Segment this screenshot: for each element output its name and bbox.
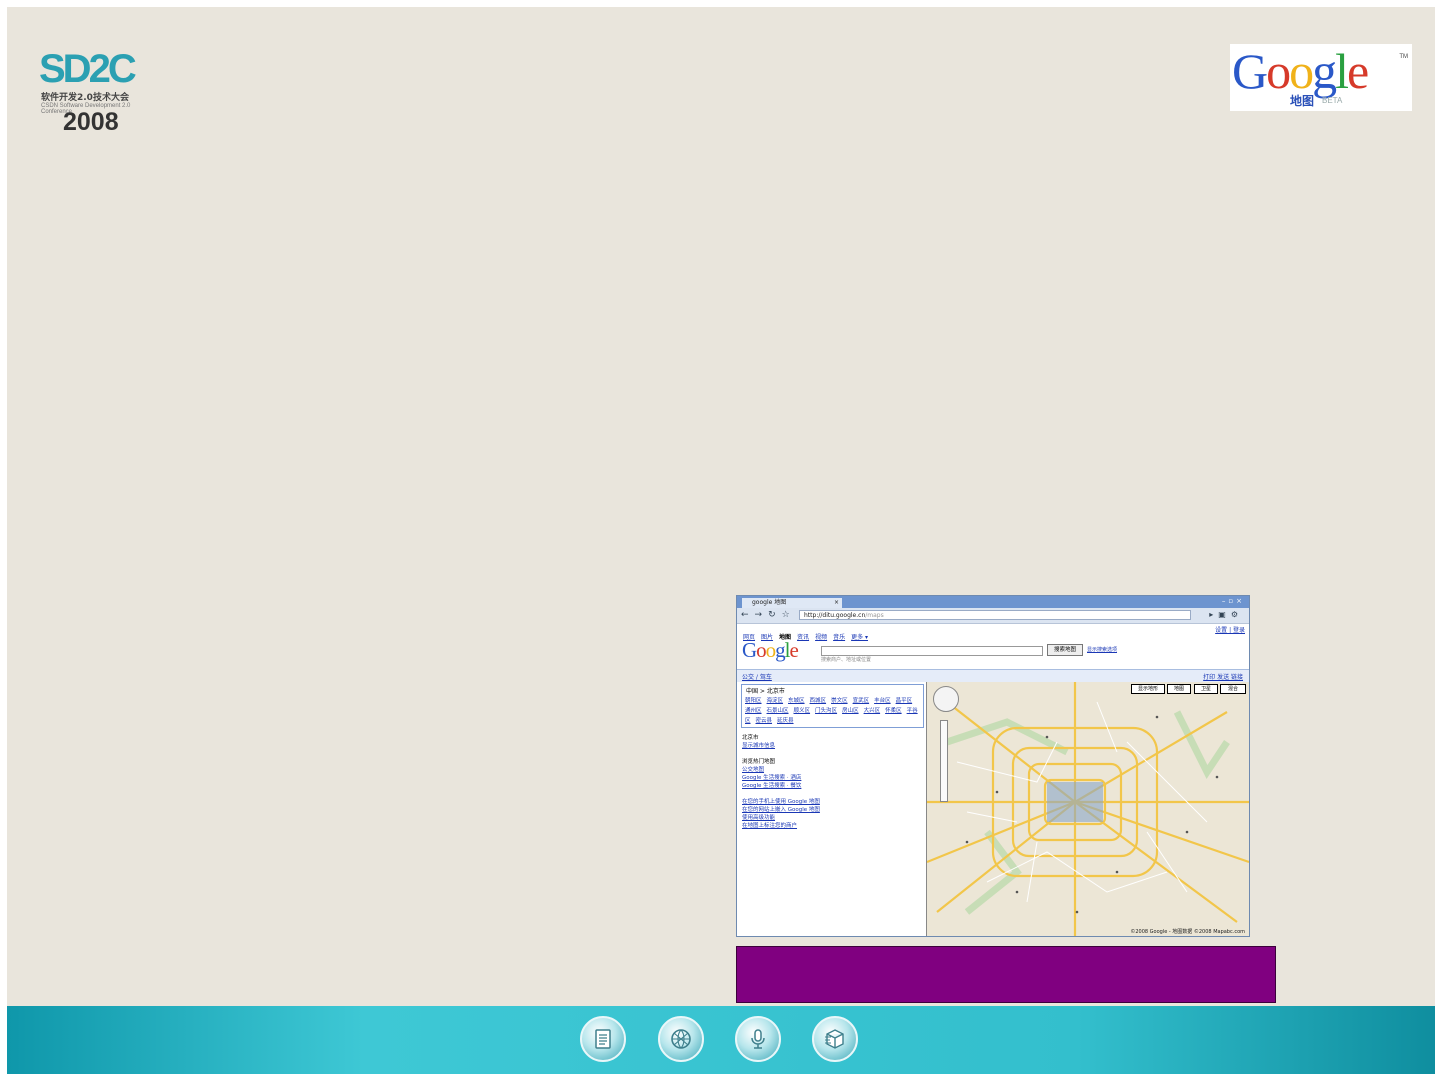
google-maps-logo: Google TM 地图 BETA [1230, 43, 1412, 111]
browser-nav-icons[interactable]: ←→↻☆ [741, 610, 796, 620]
info-line: 浏览热门地图 [742, 759, 776, 765]
district-link[interactable]: 西城区 [810, 698, 827, 704]
map-type-hybrid[interactable]: 混合 [1220, 684, 1246, 694]
sd2c-subtitle-zh: 软件开发2.0技术大会 [41, 93, 129, 103]
city-breadcrumb: 中国 > 北京市 [746, 688, 785, 695]
district-link[interactable]: 密云县 [756, 718, 773, 724]
url-host: http://ditu.google.cn [804, 612, 866, 619]
nav-music[interactable]: 音乐 [833, 634, 845, 641]
map-type-terrain[interactable]: 显示地形 [1131, 684, 1165, 694]
info-line[interactable]: 在您的网站上嵌入 Google 地图 [742, 806, 820, 814]
google-maps-screenshot: google 地图 × –▫× ←→↻☆ http://ditu.google.c… [736, 595, 1250, 937]
url-path: /maps [865, 612, 884, 619]
district-link[interactable]: 石景山区 [767, 708, 789, 714]
map-type-satellite[interactable]: 卫星 [1194, 684, 1218, 694]
map-view[interactable]: 显示地形 地图 卫星 混合 ©2008 Google - 地图数据 ©2008 … [927, 682, 1249, 936]
google-beta: BETA [1322, 96, 1343, 105]
globe-icon[interactable] [658, 1016, 704, 1062]
sd2c-logo: SD2C 软件开发2.0技术大会 CSDN Software Developme… [39, 25, 159, 145]
map-type-map[interactable]: 地图 [1167, 684, 1191, 694]
browser-menu-icons[interactable]: ▸▣⚙ [1209, 610, 1243, 619]
browser-tabbar: google 地图 × –▫× [737, 596, 1249, 608]
sd2c-mark: SD2C [39, 47, 137, 91]
district-link[interactable]: 顺义区 [794, 708, 811, 714]
map-roads [927, 682, 1249, 936]
district-link[interactable]: 东城区 [788, 698, 805, 704]
city-info: 北京市 显示城市信息 浏览热门地图 公交地图 Google 生活搜索 · 酒店 … [742, 734, 820, 830]
info-line[interactable]: 在您的手机上使用 Google 地图 [742, 798, 820, 806]
district-link[interactable]: 门头沟区 [815, 708, 837, 714]
results-bar: 公交 / 驾车 打印 发送 链接 [737, 669, 1249, 682]
document-icon[interactable] [580, 1016, 626, 1062]
map-copyright: ©2008 Google - 地图数据 ©2008 Mapabc.com [1130, 929, 1245, 935]
info-title: 北京市 [742, 735, 759, 741]
info-line[interactable]: 使用高级功能 [742, 814, 820, 822]
caption-box [736, 946, 1276, 1003]
bottom-bar [7, 1006, 1435, 1074]
map-pan-control[interactable] [933, 686, 959, 712]
nav-video[interactable]: 视频 [815, 634, 827, 641]
district-link[interactable]: 怀柔区 [885, 708, 902, 714]
info-line[interactable]: Google 生活搜索 · 酒店 [742, 774, 820, 782]
cube-icon[interactable] [812, 1016, 858, 1062]
search-options-link[interactable]: 显示搜索选项 [1087, 646, 1117, 653]
info-line[interactable]: 在地图上标注您的商户 [742, 822, 820, 830]
google-maps-small-logo: Google [742, 638, 799, 662]
district-link[interactable]: 大兴区 [864, 708, 881, 714]
nav-news[interactable]: 资讯 [797, 634, 809, 641]
google-maps-zh: 地图 [1290, 94, 1315, 108]
info-line [742, 750, 820, 758]
map-zoom-slider[interactable] [940, 720, 948, 802]
account-links[interactable]: 设置 | 登录 [1215, 625, 1245, 634]
print-send-link[interactable]: 打印 发送 链接 [1203, 672, 1243, 681]
search-hint: 搜索商户、地址或位置 [821, 657, 872, 663]
district-link[interactable]: 延庆县 [777, 718, 794, 724]
district-link[interactable]: 房山区 [842, 708, 859, 714]
browser-tab[interactable]: google 地图 × [742, 598, 842, 608]
map-search-input[interactable] [821, 646, 1043, 656]
info-line[interactable]: Google 生活搜索 · 餐饮 [742, 782, 820, 790]
info-line[interactable]: 公交地图 [742, 766, 820, 774]
city-box: 中国 > 北京市 朝阳区 海淀区 东城区 西城区 崇文区 宣武区 丰台区 昌平区通州区 石景山区… [741, 684, 924, 728]
page-bottom-strip [0, 1074, 1441, 1081]
info-line[interactable]: 显示城市信息 [742, 742, 820, 750]
google-tm: TM [1399, 54, 1408, 60]
tab-title: google 地图 [752, 599, 787, 606]
tab-close-icon[interactable]: × [834, 598, 839, 608]
district-link[interactable]: 丰台区 [874, 698, 891, 704]
slide: SD2C 软件开发2.0技术大会 CSDN Software Developme… [7, 7, 1435, 1074]
district-link[interactable]: 昌平区 [896, 698, 913, 704]
results-panel: 中国 > 北京市 朝阳区 海淀区 东城区 西城区 崇文区 宣武区 丰台区 昌平区通州区 石景山区… [737, 682, 927, 936]
sd2c-year: 2008 [63, 108, 119, 136]
district-link[interactable]: 海淀区 [767, 698, 784, 704]
google-top-nav: 网页 图片 地图 资讯 视频 音乐 更多 ▾ [737, 624, 1249, 641]
microphone-icon[interactable] [735, 1016, 781, 1062]
info-line [742, 790, 820, 798]
district-link[interactable]: 通州区 [745, 708, 762, 714]
nav-more[interactable]: 更多 ▾ [851, 634, 868, 641]
district-list: 朝阳区 海淀区 东城区 西城区 崇文区 宣武区 丰台区 昌平区通州区 石景山区 顺义区 门头沟区 房山… [745, 696, 920, 726]
district-link[interactable]: 宣武区 [853, 698, 870, 704]
district-link[interactable]: 朝阳区 [745, 698, 762, 704]
browser-toolbar: ←→↻☆ http://ditu.google.cn/maps ▸▣⚙ [737, 608, 1249, 624]
address-bar[interactable]: http://ditu.google.cn/maps [799, 610, 1191, 620]
search-maps-button[interactable]: 搜索地图 [1047, 644, 1083, 656]
directions-link[interactable]: 公交 / 驾车 [742, 672, 772, 681]
district-link[interactable]: 崇文区 [831, 698, 848, 704]
window-controls-icon[interactable]: –▫× [1222, 597, 1245, 605]
